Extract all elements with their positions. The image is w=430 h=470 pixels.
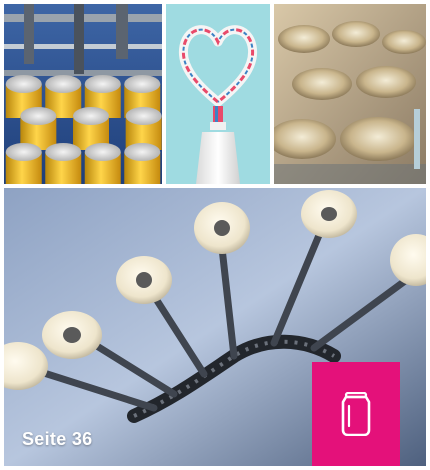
page-reference-caption: Seite 36 [22, 429, 93, 449]
can-icon [340, 392, 372, 436]
category-badge [312, 362, 400, 466]
metal-tins-photo [274, 4, 426, 184]
beverage-cans-photo [4, 4, 162, 184]
conveyor-chain-photo: Seite 36 [4, 188, 426, 466]
toothpaste-heart-photo [166, 4, 270, 184]
